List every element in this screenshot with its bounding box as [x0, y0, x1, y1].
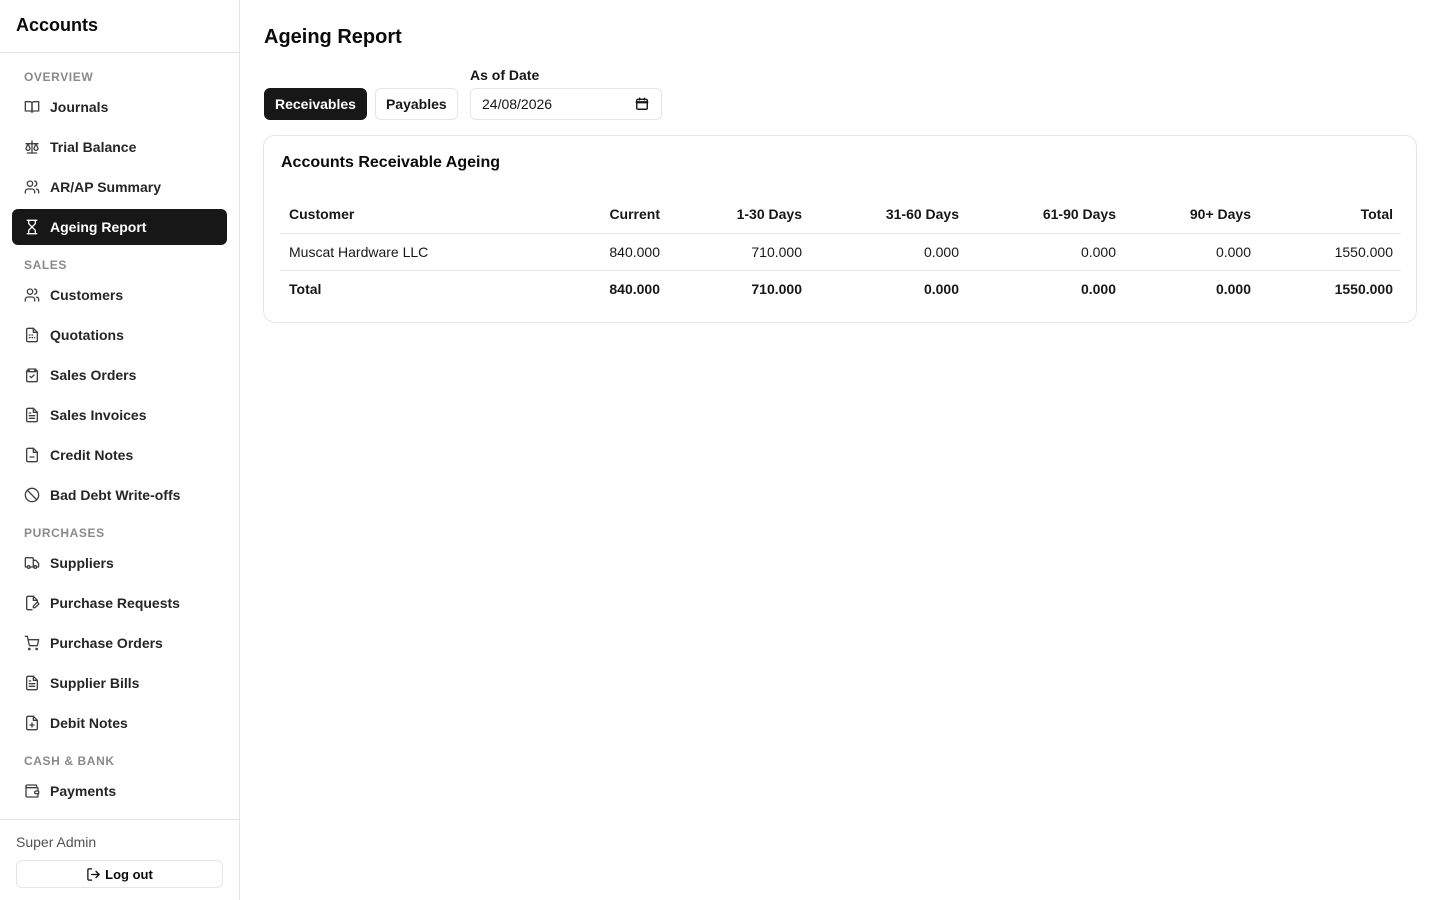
sidebar-item-label: Trial Balance [50, 139, 137, 155]
sidebar-item-suppliers[interactable]: Suppliers [12, 545, 227, 581]
total-current: 840.000 [609, 280, 660, 297]
col-61-90-days: 61-90 Days [1042, 206, 1116, 223]
cell-customer: Muscat Hardware LLC [289, 243, 429, 260]
sidebar-section-label: PURCHASES [24, 526, 105, 540]
ageing-table: Customer Current 1-30 Days 31-60 Days 61… [281, 196, 1401, 307]
sidebar-item-debit-notes[interactable]: Debit Notes [12, 705, 227, 741]
card-title: Accounts Receivable Ageing [281, 154, 501, 171]
log-out-icon [86, 867, 101, 882]
book-icon [24, 99, 40, 115]
cell-total: 1550.000 [1334, 243, 1393, 260]
page-title: Ageing Report [264, 26, 402, 48]
sidebar-item-label: Credit Notes [50, 447, 134, 463]
user-name: Super Admin [16, 834, 97, 850]
sidebar-item-journals[interactable]: Journals [12, 89, 227, 125]
sidebar-item-customers[interactable]: Customers [12, 277, 227, 313]
total-total: 1550.000 [1334, 280, 1393, 297]
clipboard-check-icon [24, 367, 40, 383]
tab-receivables[interactable]: Receivables [264, 88, 367, 120]
sidebar-item-trial-balance[interactable]: Trial Balance [12, 129, 227, 165]
sidebar-item-purchase-requests[interactable]: Purchase Requests [12, 585, 227, 621]
sidebar-item-label: Debit Notes [50, 715, 128, 731]
date-value: 24/08/2026 [482, 96, 553, 112]
sidebar-item-label: Sales Invoices [50, 407, 147, 423]
wallet-icon [24, 783, 40, 799]
sidebar-item-credit-notes[interactable]: Credit Notes [12, 437, 227, 473]
sidebar-item-purchase-orders[interactable]: Purchase Orders [12, 625, 227, 661]
sidebar-item-sales-orders[interactable]: Sales Orders [12, 357, 227, 393]
ban-icon [24, 487, 40, 503]
sidebar-item-label: Purchase Orders [50, 635, 163, 651]
sidebar-section-label: SALES [24, 258, 68, 272]
as-of-date-input[interactable]: 24/08/2026 [470, 88, 662, 120]
sidebar-item-label: Customers [50, 287, 124, 303]
total-label: Total [289, 280, 322, 297]
logout-button[interactable]: Log out [16, 860, 223, 888]
scale-icon [24, 139, 40, 155]
sidebar-item-payments[interactable]: Payments [12, 773, 227, 809]
sidebar-item-bad-debt-write-offs[interactable]: Bad Debt Write-offs [12, 477, 227, 513]
calendar-icon[interactable] [635, 97, 649, 111]
total-1-30-days: 710.000 [751, 280, 802, 297]
tab-payables[interactable]: Payables [374, 88, 458, 120]
sidebar-item-label: AR/AP Summary [50, 179, 162, 195]
hourglass-icon [24, 219, 40, 235]
total-31-60-days: 0.000 [923, 280, 959, 297]
cell-90-plus-days: 0.000 [1215, 243, 1251, 260]
sidebar-item-label: Suppliers [50, 555, 114, 571]
logout-label: Log out [105, 866, 153, 882]
users-icon [24, 287, 40, 303]
sidebar-item-label: Journals [50, 99, 109, 115]
sidebar-item-label: Supplier Bills [50, 675, 140, 691]
file-minus-icon [24, 447, 40, 463]
sidebar: Accounts OVERVIEW Journals Trial Balance AR… [0, 0, 240, 900]
app-title: Accounts [0, 0, 239, 53]
table-header-row: Customer Current 1-30 Days 31-60 Days 61… [281, 196, 1401, 233]
cell-current: 840.000 [609, 243, 660, 260]
sidebar-item-label: Ageing Report [50, 219, 147, 235]
col-90-plus-days: 90+ Days [1189, 206, 1251, 223]
sidebar-item-quotations[interactable]: Quotations [12, 317, 227, 353]
sidebar-section-label: OVERVIEW [24, 70, 94, 84]
report-type-toggle: Receivables Payables [264, 88, 458, 120]
as-of-date-label: As of Date [470, 67, 540, 83]
sidebar-item-label: Quotations [50, 327, 124, 343]
truck-icon [24, 555, 40, 571]
as-of-date-field: As of Date 24/08/2026 [470, 66, 662, 120]
file-text-icon [24, 675, 40, 691]
total-row: Total 840.000 710.000 0.000 0.000 0.000 … [281, 270, 1401, 307]
cart-icon [24, 635, 40, 651]
col-31-60-days: 31-60 Days [885, 206, 959, 223]
file-pen-icon [24, 595, 40, 611]
table-row: Muscat Hardware LLC 840.000 710.000 0.00… [281, 233, 1401, 270]
sidebar-item-ar-ap-summary[interactable]: AR/AP Summary [12, 169, 227, 205]
sidebar-item-label: Purchase Requests [50, 595, 180, 611]
total-61-90-days: 0.000 [1080, 280, 1116, 297]
sidebar-nav: OVERVIEW Journals Trial Balance AR/AP Summa… [0, 53, 239, 819]
users-icon [24, 179, 40, 195]
sidebar-footer: Super Admin Log out [0, 819, 239, 900]
ageing-card: Accounts Receivable Ageing Customer Curr… [263, 135, 1417, 323]
sidebar-item-sales-invoices[interactable]: Sales Invoices [12, 397, 227, 433]
sidebar-section-label: CASH & BANK [24, 754, 115, 768]
col-1-30-days: 1-30 Days [736, 206, 802, 223]
file-plus-icon [24, 715, 40, 731]
col-total: Total [1360, 206, 1393, 223]
sidebar-item-label: Bad Debt Write-offs [50, 487, 181, 503]
main-content: Ageing Report Receivables Payables As of… [240, 0, 1440, 900]
col-customer: Customer [289, 206, 355, 223]
cell-1-30-days: 710.000 [751, 243, 802, 260]
cell-61-90-days: 0.000 [1080, 243, 1116, 260]
cell-31-60-days: 0.000 [923, 243, 959, 260]
total-90-plus-days: 0.000 [1215, 280, 1251, 297]
calculator-file-icon [24, 327, 40, 343]
sidebar-item-label: Payments [50, 783, 117, 799]
sidebar-item-supplier-bills[interactable]: Supplier Bills [12, 665, 227, 701]
col-current: Current [609, 206, 660, 223]
sidebar-item-label: Sales Orders [50, 367, 137, 383]
file-text-icon [24, 407, 40, 423]
sidebar-item-ageing-report[interactable]: Ageing Report [12, 209, 227, 245]
